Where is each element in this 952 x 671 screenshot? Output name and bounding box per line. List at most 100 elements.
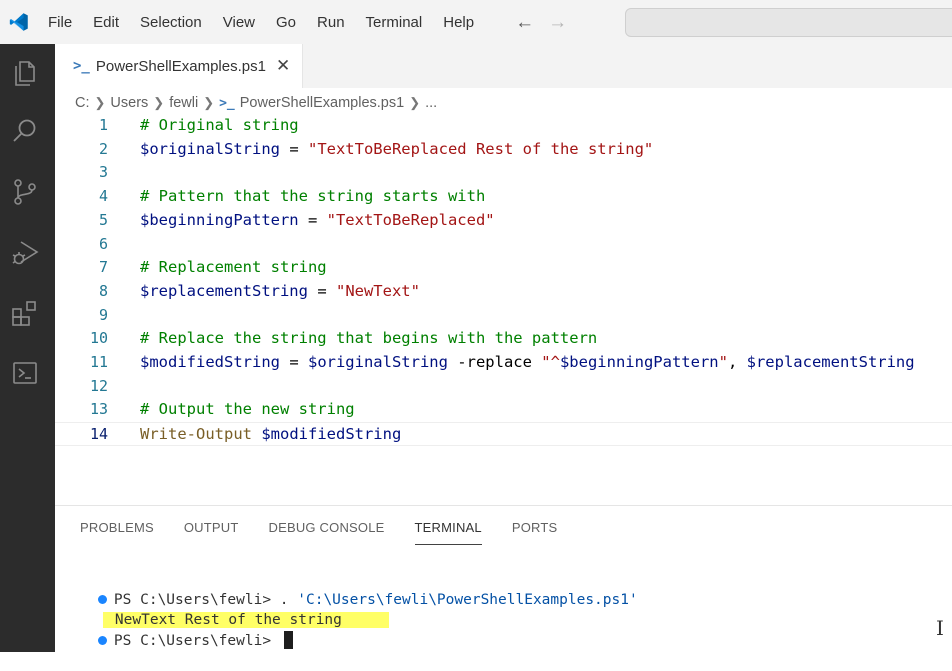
code-token: =	[298, 210, 327, 229]
arrow-right-icon[interactable]: →	[548, 13, 567, 32]
code-line[interactable]: 9	[55, 304, 952, 328]
code-line[interactable]: 6	[55, 233, 952, 257]
menu-view[interactable]: View	[223, 14, 255, 31]
chevron-right-icon: ❯	[94, 95, 106, 110]
code-line[interactable]: 3	[55, 161, 952, 185]
code-token: # Replace the string that begins with th…	[140, 329, 598, 348]
code-line[interactable]: 13 # Output the new string	[55, 398, 952, 422]
bottom-panel: PROBLEMS OUTPUT DEBUG CONSOLE TERMINAL PORTS…	[55, 505, 952, 653]
code-line[interactable]: 1 # Original string	[55, 114, 952, 138]
run-debug-icon[interactable]	[8, 236, 42, 270]
chevron-right-icon: ❯	[203, 95, 215, 110]
explorer-icon[interactable]	[8, 56, 42, 90]
code-token: $beginningPattern	[559, 353, 719, 371]
close-icon[interactable]: ✕	[276, 56, 290, 76]
line-number: 4	[98, 187, 108, 206]
breadcrumb-file[interactable]: PowerShellExamples.ps1	[240, 95, 404, 111]
breadcrumb-more[interactable]: ...	[425, 95, 437, 111]
code-line[interactable]: 14 Write-Output $modifiedString	[55, 422, 952, 446]
tab-ports[interactable]: PORTS	[512, 520, 558, 545]
code-text: $originalString = "TextToBeReplaced Rest…	[140, 138, 653, 162]
line-number: 6	[98, 234, 108, 253]
code-token: =	[307, 281, 336, 300]
line-number: 14	[89, 425, 108, 444]
tab-terminal[interactable]: TERMINAL	[414, 520, 482, 545]
code-line[interactable]: 2 $originalString = "TextToBeReplaced Res…	[55, 138, 952, 162]
breadcrumb-user[interactable]: fewli	[169, 95, 198, 111]
title-bar: File Edit Selection View Go Run Terminal Help ←…	[0, 0, 952, 44]
code-token: $originalString	[140, 139, 280, 158]
line-number: 9	[98, 305, 108, 324]
code-text: # Output the new string	[140, 398, 355, 422]
terminal-cursor	[283, 631, 293, 649]
code-token: -replace	[447, 353, 542, 371]
line-number: 11	[89, 353, 108, 371]
terminal-panel-icon[interactable]	[8, 356, 42, 390]
code-editor[interactable]: 1 # Original string 2 $originalString = "Te…	[55, 114, 952, 506]
menu-bar: File Edit Selection View Go Run Terminal Help	[48, 14, 495, 31]
breadcrumb-drive[interactable]: C:	[75, 95, 90, 111]
menu-help[interactable]: Help	[443, 14, 474, 31]
code-token: $originalString	[307, 353, 448, 371]
vscode-logo-icon[interactable]	[2, 0, 36, 44]
code-line[interactable]: 4 # Pattern that the string starts with	[55, 185, 952, 209]
code-token: "TextToBeReplaced Rest of the string"	[307, 139, 654, 158]
code-text: # Pattern that the string starts with	[140, 185, 485, 209]
menu-go[interactable]: Go	[276, 14, 296, 31]
code-token: $beginningPattern	[140, 210, 299, 229]
line-number: 12	[89, 376, 108, 395]
line-number: 8	[98, 281, 108, 300]
code-line[interactable]: 12	[55, 375, 952, 399]
code-line[interactable]: 5 $beginningPattern = "TextToBeReplaced"	[55, 209, 952, 233]
code-token: # Output the new string	[140, 400, 355, 419]
code-line[interactable]: 7 # Replacement string	[55, 256, 952, 280]
command-center-search[interactable]	[625, 8, 952, 37]
code-token: "NewText"	[335, 281, 420, 300]
terminal-line: NewText Rest of the string	[63, 590, 389, 628]
code-token: Write-Output	[140, 425, 252, 444]
code-token: # Pattern that the string starts with	[140, 187, 486, 206]
terminal-line: PS C:\Users\fewli>	[63, 611, 293, 649]
navigation-arrows: ← →	[515, 13, 581, 32]
code-token: # Original string	[140, 116, 299, 134]
code-token: =	[279, 353, 308, 371]
tab-problems[interactable]: PROBLEMS	[80, 520, 154, 545]
code-line[interactable]: 11 $modifiedString = $originalString -rep…	[55, 351, 952, 375]
powershell-file-icon: >_	[73, 58, 90, 74]
code-text: $replacementString = "NewText"	[140, 280, 420, 304]
code-text: # Original string	[140, 114, 299, 138]
extensions-icon[interactable]	[8, 297, 42, 331]
search-icon[interactable]	[8, 114, 42, 148]
terminal-prompt: PS C:\Users\fewli>	[113, 633, 280, 649]
code-line[interactable]: 10 # Replace the string that begins with …	[55, 327, 952, 351]
code-token: "^	[541, 353, 560, 371]
menu-terminal[interactable]: Terminal	[366, 14, 423, 31]
code-text: # Replacement string	[140, 256, 327, 280]
chevron-right-icon: ❯	[409, 95, 421, 110]
arrow-left-icon[interactable]: ←	[515, 13, 534, 32]
tab-output[interactable]: OUTPUT	[184, 520, 239, 545]
tab-powershell-examples[interactable]: >_ PowerShellExamples.ps1 ✕	[55, 44, 303, 88]
panel-tabs: PROBLEMS OUTPUT DEBUG CONSOLE TERMINAL PORTS	[80, 520, 587, 545]
menu-file[interactable]: File	[48, 14, 72, 31]
code-line[interactable]: 8 $replacementString = "NewText"	[55, 280, 952, 304]
menu-run[interactable]: Run	[317, 14, 345, 31]
editor-tab-bar: >_ PowerShellExamples.ps1 ✕	[55, 44, 952, 88]
code-token: $replacementString	[746, 353, 915, 371]
code-token: ,	[727, 353, 747, 371]
menu-selection[interactable]: Selection	[140, 14, 202, 31]
tab-debug-console[interactable]: DEBUG CONSOLE	[269, 520, 385, 545]
command-status-dot-icon[interactable]	[97, 635, 107, 645]
code-text: $modifiedString = $originalString -repla…	[140, 351, 915, 375]
breadcrumb-users[interactable]: Users	[110, 95, 148, 111]
code-token: $modifiedString	[140, 353, 280, 371]
text-cursor-icon: I	[936, 616, 944, 640]
menu-edit[interactable]: Edit	[93, 14, 119, 31]
line-number: 13	[89, 400, 108, 419]
source-control-icon[interactable]	[8, 175, 42, 209]
code-token: "	[718, 353, 728, 371]
line-number: 1	[98, 116, 108, 134]
code-token: =	[279, 139, 308, 158]
chevron-right-icon: ❯	[153, 95, 165, 110]
